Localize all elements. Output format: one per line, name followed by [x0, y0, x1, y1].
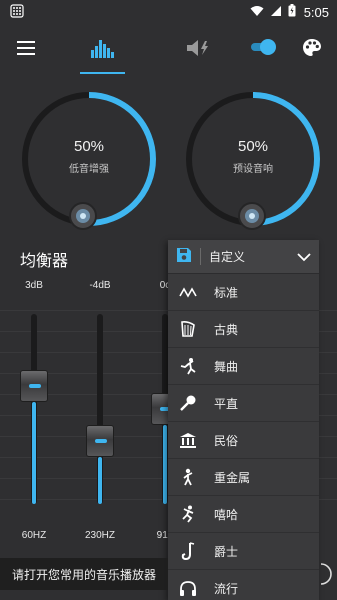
- preset-item-label: 标准: [214, 285, 239, 300]
- eq-slider-fill: [98, 457, 102, 504]
- saxophone-icon: [178, 541, 198, 561]
- preset-item-label: 重金属: [214, 470, 251, 485]
- battery-icon: [288, 4, 296, 20]
- volume-icon[interactable]: [186, 40, 212, 60]
- toast-message: 请打开您常用的音乐播放器: [0, 558, 168, 590]
- toolbar: [0, 26, 337, 74]
- headphones-icon: [178, 578, 198, 598]
- equalizer-icon[interactable]: [91, 36, 115, 62]
- signal-icon: [270, 5, 282, 20]
- preset-dropdown-menu: 自定义 标准 古典 舞曲 平直 民俗 重金属 嘻哈 爵士 流行: [168, 240, 319, 600]
- virtualizer-value: 50%: [237, 138, 269, 155]
- preset-item-label: 舞曲: [214, 359, 239, 374]
- bass-boost-value: 50%: [73, 138, 105, 155]
- eq-band-60hz: 3dB 60HZ: [9, 280, 59, 550]
- preset-item-flat[interactable]: 平直: [168, 385, 319, 422]
- preset-item-hiphop[interactable]: 嘻哈: [168, 496, 319, 533]
- preset-item-pop[interactable]: 流行: [168, 570, 319, 600]
- preset-item-heavy-metal[interactable]: 重金属: [168, 459, 319, 496]
- app-notification-icon: [10, 3, 24, 21]
- eq-band-frequency: 60HZ: [21, 530, 47, 541]
- preset-item-label: 民俗: [214, 433, 239, 448]
- wifi-icon: [250, 5, 264, 20]
- preset-item-jazz[interactable]: 爵士: [168, 533, 319, 570]
- palette-icon[interactable]: [302, 38, 322, 62]
- temple-icon: [178, 430, 198, 450]
- toast-text: 请打开您常用的音乐播放器: [12, 567, 157, 582]
- status-time: 5:05: [303, 4, 329, 20]
- chevron-down-icon[interactable]: [297, 247, 311, 266]
- rock-icon: [178, 467, 198, 487]
- hiphop-icon: [178, 504, 198, 524]
- preset-item-dance[interactable]: 舞曲: [168, 348, 319, 385]
- preset-item-label: 爵士: [214, 544, 239, 559]
- preset-item-label: 嘻哈: [214, 507, 239, 522]
- harp-icon: [178, 319, 198, 339]
- microphone-icon: [178, 393, 198, 413]
- preset-item-folk[interactable]: 民俗: [168, 422, 319, 459]
- save-icon[interactable]: [176, 247, 192, 267]
- eq-slider-thumb[interactable]: [20, 370, 48, 403]
- preset-item-label: 古典: [214, 322, 239, 337]
- equalizer-title: 均衡器: [20, 251, 69, 270]
- status-bar: 5:05: [0, 0, 337, 24]
- virtualizer-knob[interactable]: 50% 预设音响: [182, 88, 324, 230]
- wave-icon: [178, 282, 198, 302]
- active-tab-indicator: [80, 72, 125, 74]
- menu-icon[interactable]: [17, 40, 35, 59]
- preset-item-label: 平直: [214, 396, 239, 411]
- preset-item-classical[interactable]: 古典: [168, 311, 319, 348]
- dancer-icon: [178, 356, 198, 376]
- eq-band-230hz: -4dB 230HZ: [75, 280, 125, 550]
- eq-slider-fill: [163, 425, 167, 504]
- virtualizer-label: 预设音响: [233, 164, 273, 175]
- toggle-switch[interactable]: [249, 38, 277, 60]
- power-icon[interactable]: [319, 560, 337, 588]
- eq-slider-thumb[interactable]: [86, 425, 114, 458]
- preset-menu-header[interactable]: 自定义: [168, 240, 319, 274]
- preset-item-standard[interactable]: 标准: [168, 274, 319, 311]
- eq-band-db: 3dB: [25, 280, 43, 291]
- bass-boost-knob[interactable]: 50% 低音增强: [18, 88, 160, 230]
- eq-band-frequency: 230HZ: [84, 530, 115, 541]
- bass-boost-label: 低音增强: [69, 164, 109, 175]
- eq-slider-fill: [32, 402, 36, 504]
- selected-preset-label: 自定义: [200, 248, 297, 265]
- preset-item-label: 流行: [214, 581, 239, 596]
- eq-band-db: -4dB: [89, 280, 111, 291]
